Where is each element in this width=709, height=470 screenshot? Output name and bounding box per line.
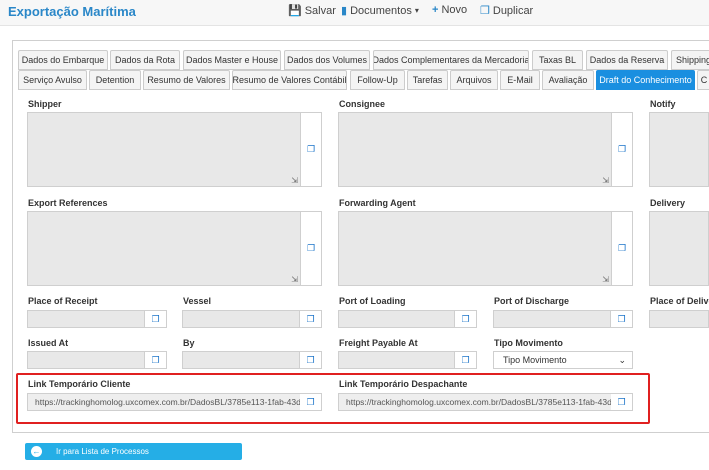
chevron-down-icon: ⌄ [618,354,626,365]
issued-at-copy-button[interactable]: ❐ [145,351,167,369]
shipper-textarea[interactable]: ⇲ [27,112,301,187]
consignee-copy-button[interactable]: ❐ [612,112,633,187]
copy-icon: ❐ [306,243,316,253]
by-copy-button[interactable]: ❐ [300,351,322,369]
save-label: Salvar [304,4,336,17]
tab-resumo-valores-contabil[interactable]: Resumo de Valores Contábil [232,70,347,90]
tab-dados-embarque[interactable]: Dados do Embarque [18,50,108,70]
new-button[interactable]: + Novo [432,4,467,16]
forwarding-agent-copy-button[interactable]: ❐ [612,211,633,286]
copy-icon: ❐ [151,354,160,365]
folder-icon: ▮ [341,5,348,17]
copy-icon: ❐ [306,144,316,154]
shipper-label: Shipper [28,99,62,109]
by-label: By [183,338,195,348]
place-of-delivery-label: Place of Deliver [650,296,709,306]
arrow-left-icon: ← [31,446,42,457]
copy-icon: ❐ [306,313,315,324]
tipo-movimento-label: Tipo Movimento [494,338,563,348]
duplicate-icon: ❐ [480,5,490,17]
vessel-copy-button[interactable]: ❐ [300,310,322,328]
documents-label: Documentos [350,4,412,17]
consignee-textarea[interactable]: ⇲ [338,112,612,187]
vessel-label: Vessel [183,296,212,306]
tab-draft-conhecimento[interactable]: Draft do Conhecimento [596,70,695,90]
export-references-copy-button[interactable]: ❐ [301,211,322,286]
copy-icon: ❐ [617,243,627,253]
place-of-delivery-input[interactable] [649,310,709,328]
page-title: Exportação Marítima [8,4,136,19]
place-of-receipt-label: Place of Receipt [28,296,98,306]
port-of-discharge-input[interactable] [493,310,611,328]
tab-dados-master-house[interactable]: Dados Master e House [183,50,281,70]
export-references-textarea[interactable]: ⇲ [27,211,301,286]
resize-grip-icon: ⇲ [602,275,609,284]
place-of-receipt-input[interactable] [27,310,145,328]
copy-icon: ❐ [461,354,470,365]
tipo-movimento-select[interactable]: Tipo Movimento ⌄ [493,351,633,369]
port-of-loading-copy-button[interactable]: ❐ [455,310,477,328]
floppy-icon: 💾 [288,5,302,17]
tab-avaliacao[interactable]: Avaliação [542,70,594,90]
plus-icon: + [432,4,439,16]
issued-at-input[interactable] [27,351,145,369]
notify-label: Notify [650,99,676,109]
tab-dados-rota[interactable]: Dados da Rota [110,50,180,70]
back-to-process-list-button[interactable]: ← Ir para Lista de Processos [25,443,242,460]
tab-email[interactable]: E-Mail [500,70,540,90]
tab-detention[interactable]: Detention [89,70,141,90]
duplicate-label: Duplicar [492,4,534,17]
tipo-movimento-value: Tipo Movimento [503,355,567,365]
notify-textarea[interactable] [649,112,709,187]
delivery-label: Delivery [650,198,686,208]
resize-grip-icon: ⇲ [602,176,609,185]
by-input[interactable] [182,351,300,369]
documents-dropdown[interactable]: ▮ Documentos ▾ [341,4,419,18]
copy-icon: ❐ [617,313,626,324]
port-of-discharge-copy-button[interactable]: ❐ [611,310,633,328]
place-of-receipt-copy-button[interactable]: ❐ [145,310,167,328]
forwarding-agent-textarea[interactable]: ⇲ [338,211,612,286]
forwarding-agent-label: Forwarding Agent [339,198,416,208]
freight-payable-at-input[interactable] [338,351,455,369]
tab-dados-complementares[interactable]: Dados Complementares da Mercadoria [373,50,529,70]
port-of-loading-label: Port of Loading [339,296,406,306]
copy-icon: ❐ [151,313,160,324]
port-of-loading-input[interactable] [338,310,455,328]
tab-resumo-valores[interactable]: Resumo de Valores [143,70,230,90]
duplicate-button[interactable]: ❐ Duplicar [480,4,534,18]
issued-at-label: Issued At [28,338,69,348]
tab-taxas-bl[interactable]: Taxas BL [532,50,583,70]
new-label: Novo [441,4,468,16]
tab-arquivos[interactable]: Arquivos [450,70,498,90]
tab-servico-avulso[interactable]: Serviço Avulso [18,70,87,90]
freight-payable-at-copy-button[interactable]: ❐ [455,351,477,369]
vessel-input[interactable] [182,310,300,328]
export-references-label: Export References [28,198,108,208]
delivery-textarea[interactable] [649,211,709,286]
tab-follow-up[interactable]: Follow-Up [350,70,405,90]
port-of-discharge-label: Port of Discharge [494,296,570,306]
caret-down-icon: ▾ [414,6,419,15]
resize-grip-icon: ⇲ [291,275,298,284]
freight-payable-at-label: Freight Payable At [339,338,418,348]
top-bar: Exportação Marítima 💾 Salvar ▮ Documento… [0,0,709,26]
resize-grip-icon: ⇲ [291,176,298,185]
consignee-label: Consignee [339,99,386,109]
copy-icon: ❐ [306,354,315,365]
tab-dados-reserva[interactable]: Dados da Reserva [586,50,668,70]
shipper-copy-button[interactable]: ❐ [301,112,322,187]
tab-shipping[interactable]: Shipping [671,50,709,70]
tab-dados-volumes[interactable]: Dados dos Volumes [284,50,370,70]
save-button[interactable]: 💾 Salvar [288,4,336,18]
tab-c[interactable]: C [697,70,709,90]
highlight-box [16,373,650,424]
copy-icon: ❐ [617,144,627,154]
back-button-label: Ir para Lista de Processos [56,447,149,456]
tab-tarefas[interactable]: Tarefas [407,70,448,90]
copy-icon: ❐ [461,313,470,324]
